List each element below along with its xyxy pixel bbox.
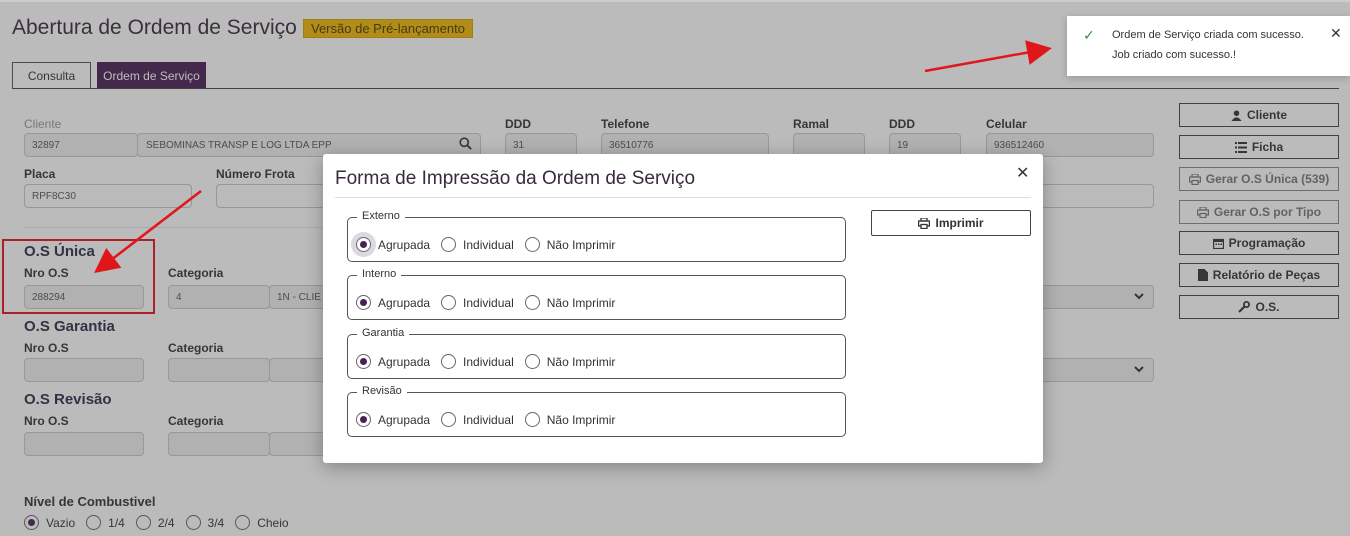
arrow-annotation-icon bbox=[94, 40, 1052, 274]
page: Abertura de Ordem de Serviço Versão de P… bbox=[0, 0, 1350, 536]
